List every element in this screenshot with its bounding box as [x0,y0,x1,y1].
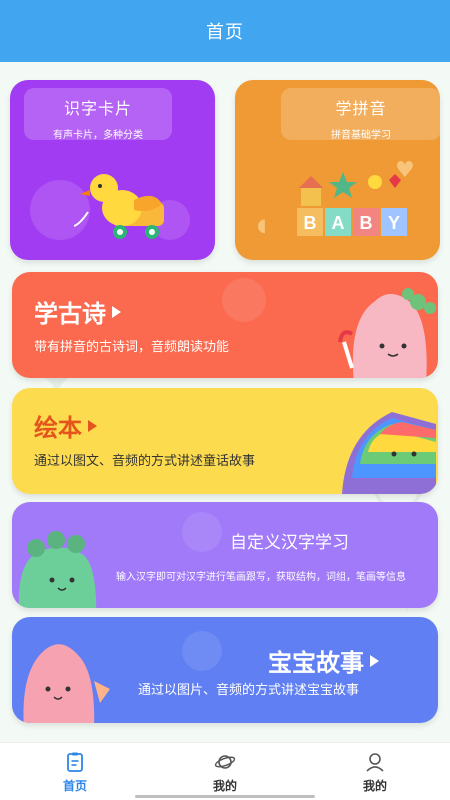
pink-blob-mascot-illustration [338,288,436,378]
banner-title: 宝宝故事 [268,643,379,678]
planet-icon [214,755,236,769]
green-blob-mascot-illustration [18,531,97,608]
tile-title: 学拼音 [335,99,387,118]
custom-character-study-banner[interactable]: 自定义汉字学习 输入汉字即可对汉字进行笔画跟写，获取结构，词组，笔画等信息 [12,502,438,608]
block-letter: B [360,213,373,233]
bottom-tab-bar: 首页 我的 我的 [0,742,450,800]
tab-label: 我的 [362,779,387,793]
user-icon [366,753,384,772]
pinyin-tile[interactable]: 学拼音 拼音基础学习 ♥ ◖ B A B Y [235,80,440,260]
play-arrow-icon [112,305,121,318]
banner-title-text: 学古诗 [34,300,106,328]
home-indicator [135,795,315,798]
tile-header: 识字卡片 有声卡片，多种分类 [24,88,172,141]
ancient-poetry-banner[interactable]: 学古诗 带有拼音的古诗词，音频朗读功能 [12,272,438,378]
tab-profile[interactable]: 我的 [335,751,415,795]
banner-title: 学古诗 [34,294,121,329]
top-app-bar: 首页 [0,0,450,62]
literacy-cards-tile[interactable]: 识字卡片 有声卡片，多种分类 [10,80,215,260]
banner-title: 自定义汉字学习 [230,528,349,553]
clipboard-icon [67,752,83,772]
page-title: 首页 [206,22,244,43]
tab-label: 我的 [212,779,237,793]
tab-home[interactable]: 首页 [35,751,115,795]
picture-book-banner[interactable]: 绘本 通过以图文、音频的方式讲述童话故事 [12,388,438,494]
baby-blocks-illustration: B A B Y [297,172,407,236]
banner-title: 绘本 [34,408,97,443]
peach-blob-mascot-illustration [23,644,110,723]
rainbow-blob-mascot-illustration [342,412,436,494]
tab-label: 首页 [62,779,87,793]
tile-subtitle: 拼音基础学习 [331,130,391,141]
tile-subtitle: 有声卡片，多种分类 [53,130,143,141]
tab-discover[interactable]: 我的 [185,751,265,795]
banner-title-text: 自定义汉字学习 [230,533,349,553]
banner-title-text: 宝宝故事 [268,649,364,677]
tile-header: 学拼音 拼音基础学习 [281,88,440,141]
block-letter: B [304,213,317,233]
tile-title: 识字卡片 [63,99,132,118]
banner-subtitle: 带有拼音的古诗词，音频朗读功能 [34,340,230,355]
baby-stories-banner[interactable]: 宝宝故事 通过以图片、音频的方式讲述宝宝故事 [12,617,438,723]
block-letter: A [332,213,345,233]
play-arrow-icon [88,419,97,432]
banner-subtitle: 通过以图片、音频的方式讲述宝宝故事 [138,683,360,698]
banner-subtitle: 通过以图文、音频的方式讲述童话故事 [34,454,256,469]
play-arrow-icon [370,654,379,667]
duck-icon: ◖ [257,215,267,236]
toy-duck-illustration [74,174,164,239]
banner-subtitle: 输入汉字即可对汉字进行笔画跟写，获取结构，词组，笔画等信息 [116,572,406,583]
block-letter: Y [388,213,400,233]
banner-title-text: 绘本 [34,414,82,442]
